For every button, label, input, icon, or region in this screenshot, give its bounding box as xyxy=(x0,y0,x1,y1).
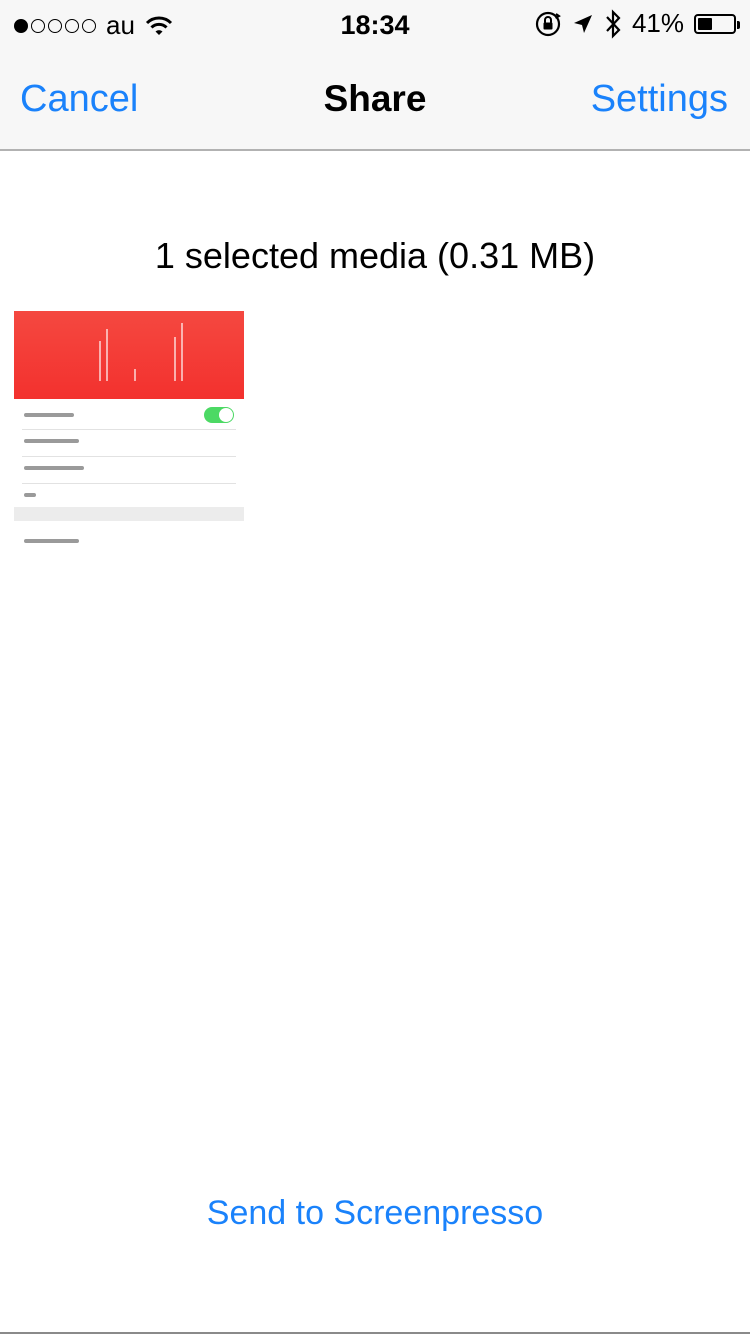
thumbnail-bar xyxy=(106,329,108,381)
battery-nub xyxy=(737,20,740,29)
location-arrow-icon xyxy=(573,14,592,33)
settings-button[interactable]: Settings xyxy=(591,78,728,121)
battery-percentage: 41% xyxy=(631,8,684,38)
thumbnail-bar xyxy=(181,323,183,381)
bluetooth-icon xyxy=(606,8,621,39)
send-to-screenpresso-button[interactable]: Send to Screenpresso xyxy=(0,1194,750,1233)
thumbnail-text-line xyxy=(24,439,79,443)
thumbnail-text-line xyxy=(24,493,36,497)
thumbnail-toggle xyxy=(204,407,234,423)
selected-media-summary: 1 selected media (0.31 MB) xyxy=(154,235,596,276)
thumbnail-bar xyxy=(174,337,176,381)
thumbnail-divider xyxy=(22,429,236,430)
thumbnail-chart-header xyxy=(14,311,244,399)
thumbnail-divider xyxy=(22,483,236,484)
thumbnail-text-line xyxy=(24,466,84,470)
thumbnail-section-band xyxy=(14,507,244,521)
thumbnail-bar xyxy=(134,369,136,381)
thumbnail-text-line xyxy=(24,539,79,543)
thumbnail-divider xyxy=(22,456,236,457)
navigation-bar: Cancel Share Settings xyxy=(0,50,750,151)
battery-fill xyxy=(698,17,712,30)
thumbnail-bar xyxy=(99,341,101,381)
thumbnail-text-line xyxy=(24,413,74,417)
status-right: 41% xyxy=(534,8,740,39)
battery-icon xyxy=(694,13,740,34)
status-bar: au 18:34 41% xyxy=(0,0,750,50)
media-thumbnail[interactable] xyxy=(14,311,244,547)
orientation-lock-icon xyxy=(535,11,561,36)
